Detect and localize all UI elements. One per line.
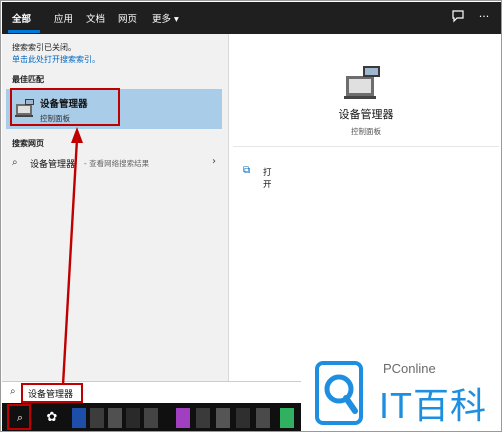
screenshot-frame: 全部 应用 文档 网页 更多 ▾ ··· 搜索索引已关闭。 单击此处打开搜索索引… [0, 0, 502, 432]
watermark-brand-small: PConline [383, 361, 436, 376]
watermark-brand-big: IT百科 [379, 385, 487, 426]
pconline-watermark: PConline IT百科 [301, 355, 501, 431]
pconline-logo [315, 361, 363, 425]
